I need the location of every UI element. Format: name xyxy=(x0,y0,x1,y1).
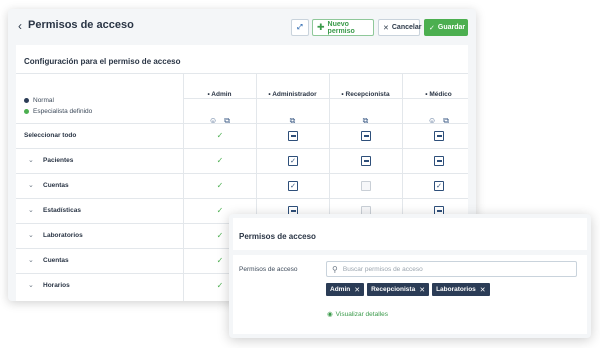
divider xyxy=(183,98,468,99)
expand-button[interactable]: ⤢ xyxy=(291,19,309,36)
divider xyxy=(233,250,587,255)
new-permission-button[interactable]: ✚ Nuevo permiso xyxy=(312,19,374,36)
plus-icon: ✚ xyxy=(317,22,325,32)
modal-body: Permisos de acceso Permisos de acceso ⚲ … xyxy=(233,218,587,334)
cancel-label: Cancelar xyxy=(391,24,422,31)
new-permission-label: Nuevo permiso xyxy=(327,20,355,35)
tag-admin[interactable]: Admin ✕ xyxy=(326,283,365,296)
tag-label: Admin xyxy=(330,286,351,293)
legend-label: Normal xyxy=(33,97,54,104)
column-actions-admin: ☺ ⧉ xyxy=(183,116,256,126)
shield-icon[interactable]: ☺ xyxy=(209,116,217,126)
search-placeholder: Buscar permisos de acceso xyxy=(342,265,423,273)
column-recepcionista: • Recepcionista xyxy=(341,91,390,98)
row-label-cuentas: Cuentas xyxy=(43,182,69,189)
copy-icon[interactable]: ⧉ xyxy=(443,116,449,126)
legend-label: Especialista definido xyxy=(33,108,93,115)
checked-checkbox[interactable]: ✓ xyxy=(434,181,444,191)
close-icon[interactable]: ✕ xyxy=(480,286,486,294)
divider xyxy=(16,173,468,174)
check-icon[interactable]: ✓ xyxy=(215,256,225,266)
check-icon[interactable]: ✓ xyxy=(215,206,225,216)
select-all-label: Seleccionar todo xyxy=(24,132,77,139)
modal-title: Permisos de acceso xyxy=(239,232,316,241)
chevron-down-icon[interactable]: ⌄ xyxy=(28,256,34,264)
divider xyxy=(16,198,468,199)
column-admin: • Admin xyxy=(207,91,232,98)
chevron-down-icon[interactable]: ⌄ xyxy=(28,181,34,189)
copy-icon[interactable]: ⧉ xyxy=(290,116,296,126)
tag-recepcionista[interactable]: Recepcionista ✕ xyxy=(367,283,430,296)
copy-icon[interactable]: ⧉ xyxy=(363,116,369,126)
partial-checkbox[interactable] xyxy=(434,131,444,141)
divider xyxy=(183,73,184,301)
divider xyxy=(16,148,468,149)
divider xyxy=(16,73,468,74)
search-input[interactable]: ⚲ Buscar permisos de acceso xyxy=(326,261,577,277)
view-details-link[interactable]: ◉ Visualizar detalles xyxy=(327,310,388,319)
close-icon[interactable]: ✕ xyxy=(419,286,425,294)
checked-checkbox[interactable]: ✓ xyxy=(288,181,298,191)
check-icon[interactable]: ✓ xyxy=(215,156,225,166)
check-icon[interactable]: ✓ xyxy=(215,181,225,191)
search-icon: ⚲ xyxy=(332,264,338,274)
access-permissions-modal: Permisos de acceso Permisos de acceso ⚲ … xyxy=(229,214,591,338)
shield-icon[interactable]: ☺ xyxy=(428,116,436,126)
view-details-label: Visualizar detalles xyxy=(335,310,388,318)
back-icon[interactable]: ‹ xyxy=(18,19,22,33)
config-title: Configuración para el permiso de acceso xyxy=(24,57,181,66)
check-icon: ✓ xyxy=(429,24,435,32)
header: ‹ Permisos de acceso ⤢ ✚ Nuevo permiso ✕… xyxy=(8,9,476,45)
specialist-dot xyxy=(24,109,29,114)
tag-label: Laboratorios xyxy=(436,286,476,293)
save-label: Guardar xyxy=(437,24,466,31)
check-icon[interactable]: ✓ xyxy=(215,231,225,241)
eye-icon: ◉ xyxy=(327,311,333,318)
save-button[interactable]: ✓ Guardar xyxy=(424,19,468,36)
field-label: Permisos de acceso xyxy=(239,266,298,273)
column-actions-medico: ☺ ⧉ xyxy=(402,116,475,126)
tag-label: Recepcionista xyxy=(371,286,416,293)
legend-specialist: Especialista definido xyxy=(24,108,92,115)
close-icon: ✕ xyxy=(383,24,389,32)
page-title: Permisos de acceso xyxy=(28,19,134,31)
selected-tags: Admin ✕ Recepcionista ✕ Laboratorios ✕ xyxy=(326,283,490,296)
check-icon[interactable]: ✓ xyxy=(215,281,225,291)
row-label-pacientes: Pacientes xyxy=(43,157,74,164)
row-label-horarios: Horarios xyxy=(43,282,70,289)
column-actions-recepcionista: ⧉ xyxy=(329,116,402,126)
column-administrador: • Administrador xyxy=(268,91,317,98)
column-medico: • Médico xyxy=(425,91,452,98)
partial-checkbox[interactable] xyxy=(361,156,371,166)
cancel-button[interactable]: ✕ Cancelar xyxy=(378,19,422,36)
row-label-cuentas: Cuentas xyxy=(43,257,69,264)
chevron-down-icon[interactable]: ⌄ xyxy=(28,231,34,239)
close-icon[interactable]: ✕ xyxy=(354,286,360,294)
tag-laboratorios[interactable]: Laboratorios ✕ xyxy=(432,283,490,296)
partial-checkbox[interactable] xyxy=(361,131,371,141)
empty-checkbox[interactable] xyxy=(361,181,371,191)
expand-icon: ⤢ xyxy=(297,23,303,31)
normal-dot xyxy=(24,98,29,103)
partial-checkbox[interactable] xyxy=(288,131,298,141)
chevron-down-icon[interactable]: ⌄ xyxy=(28,206,34,214)
check-icon[interactable]: ✓ xyxy=(215,131,225,141)
column-actions-administrador: ⧉ xyxy=(256,116,329,126)
row-label-estadisticas: Estadísticas xyxy=(43,207,81,214)
row-label-laboratorios: Laboratorios xyxy=(43,232,83,239)
chevron-down-icon[interactable]: ⌄ xyxy=(28,281,34,289)
chevron-down-icon[interactable]: ⌄ xyxy=(28,156,34,164)
legend-normal: Normal xyxy=(24,97,54,104)
partial-checkbox[interactable] xyxy=(434,156,444,166)
checked-checkbox[interactable]: ✓ xyxy=(288,156,298,166)
copy-icon[interactable]: ⧉ xyxy=(224,116,230,126)
